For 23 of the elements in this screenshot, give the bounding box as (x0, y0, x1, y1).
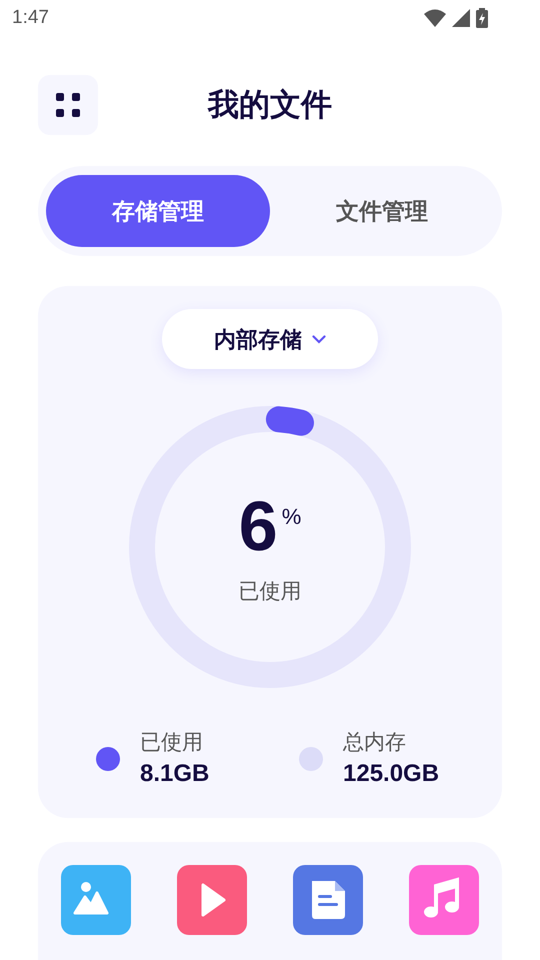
document-icon[interactable] (293, 865, 363, 935)
music-note-icon[interactable] (409, 865, 479, 935)
usage-caption: 已使用 (238, 579, 302, 606)
grid-icon (55, 92, 81, 118)
usage-percent: 6 (238, 486, 278, 566)
status-time: 1:47 (12, 6, 49, 30)
battery-icon (476, 8, 488, 28)
signal-icon (452, 9, 470, 27)
legend-value: 8.1GB (140, 759, 210, 789)
tab[interactable]: 文件管理 (270, 175, 494, 247)
legend-label: 已使用 (140, 730, 204, 756)
play-icon[interactable] (177, 865, 247, 935)
tab[interactable]: 存储管理 (46, 175, 270, 247)
page-title: 我的文件 (208, 86, 332, 124)
image-icon[interactable] (61, 865, 131, 935)
wifi-icon (424, 9, 446, 27)
percent-sign: % (282, 503, 302, 532)
storage-dropdown[interactable]: 内部存储 (162, 309, 378, 369)
usage-ring-fill (266, 406, 314, 436)
legend-value: 125.0GB (343, 759, 440, 789)
chevron-down-icon (312, 334, 326, 344)
menu-button[interactable] (38, 75, 98, 135)
legend-label: 总内存 (343, 730, 407, 756)
